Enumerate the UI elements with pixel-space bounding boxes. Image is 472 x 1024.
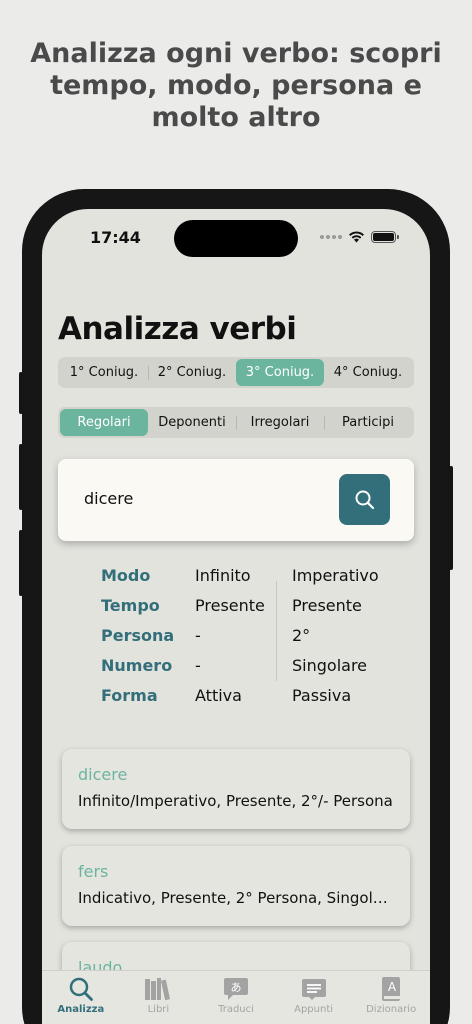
tab-libri[interactable]: Libri — [120, 971, 198, 1024]
search-card — [58, 459, 414, 541]
svg-text:A: A — [388, 980, 397, 994]
analysis-row-persona: Persona - 2° — [101, 620, 401, 650]
analysis-label: Forma — [101, 685, 158, 705]
dictionary-icon: A — [382, 977, 401, 1001]
verb-type-regolari[interactable]: Regolari — [60, 409, 148, 436]
analysis-value-1: - — [195, 655, 201, 675]
analysis-table: Modo Infinito Imperativo Tempo Presente … — [101, 560, 401, 710]
analysis-divider — [276, 581, 277, 681]
tab-traduci[interactable]: あ Traduci — [197, 971, 275, 1024]
verb-type-irregolari[interactable]: Irregolari — [236, 409, 324, 436]
analysis-value-1: - — [195, 625, 201, 645]
signal-icon — [320, 234, 342, 239]
tab-bar: Analizza Libri あ Traduci Appunti A Dizio… — [42, 970, 430, 1024]
translate-icon: あ — [223, 978, 248, 1000]
promo-headline: Analizza ogni verbo: scopri tempo, modo,… — [20, 38, 452, 134]
books-icon — [145, 978, 171, 1001]
status-icons — [320, 230, 399, 243]
analysis-value-1: Attiva — [195, 685, 242, 705]
tab-appunti[interactable]: Appunti — [275, 971, 353, 1024]
conjugation-option-2[interactable]: 2° Coniug. — [148, 359, 236, 386]
promo-line: Analizza ogni verbo: scopri — [30, 38, 442, 69]
search-icon — [69, 977, 93, 1001]
result-word: dicere — [78, 765, 128, 784]
svg-text:あ: あ — [230, 981, 241, 994]
verb-search-input[interactable] — [84, 489, 314, 508]
tab-label: Traduci — [218, 1004, 254, 1015]
analysis-value-2: Singolare — [292, 655, 368, 675]
tab-label: Appunti — [294, 1004, 334, 1015]
notes-icon — [301, 979, 326, 1000]
result-card[interactable]: dicere Infinito/Imperativo, Presente, 2°… — [62, 749, 410, 829]
wifi-icon — [349, 231, 364, 243]
analysis-label: Numero — [101, 655, 173, 675]
verb-type-selector: Regolari Deponenti Irregolari Participi — [58, 407, 414, 438]
analysis-value-2: Imperativo — [292, 565, 379, 585]
status-time: 17:44 — [90, 228, 141, 247]
page-title: Analizza verbi — [58, 311, 297, 347]
promo-line: molto altro — [151, 102, 321, 133]
conjugation-option-4[interactable]: 4° Coniug. — [324, 359, 412, 386]
conjugation-option-3[interactable]: 3° Coniug. — [236, 359, 324, 386]
tab-analizza[interactable]: Analizza — [42, 971, 120, 1024]
app-screen: 17:44 Analizza verbi 1° Coniug. 2° Coniu… — [42, 209, 430, 1024]
result-description: Infinito/Imperativo, Presente, 2°/- Pers… — [78, 792, 393, 810]
conjugation-option-1[interactable]: 1° Coniug. — [60, 359, 148, 386]
battery-icon — [371, 230, 399, 243]
analysis-row-forma: Forma Attiva Passiva — [101, 680, 401, 710]
analysis-value-2: Passiva — [292, 685, 352, 705]
tab-dizionario[interactable]: A Dizionario — [352, 971, 430, 1024]
analysis-value-2: Presente — [292, 595, 362, 615]
conjugation-selector: 1° Coniug. 2° Coniug. 3° Coniug. 4° Coni… — [58, 357, 414, 388]
analysis-row-tempo: Tempo Presente Presente — [101, 590, 401, 620]
analysis-label: Persona — [101, 625, 175, 645]
verb-type-deponenti[interactable]: Deponenti — [148, 409, 236, 436]
verb-type-participi[interactable]: Participi — [324, 409, 412, 436]
analysis-value-2: 2° — [292, 625, 311, 645]
promo-line: tempo, modo, persona e — [50, 70, 422, 101]
analysis-label: Tempo — [101, 595, 160, 615]
result-word: fers — [78, 862, 109, 881]
analysis-value-1: Infinito — [195, 565, 251, 585]
analysis-value-1: Presente — [195, 595, 265, 615]
search-button[interactable] — [339, 474, 390, 525]
analysis-row-modo: Modo Infinito Imperativo — [101, 560, 401, 590]
analysis-row-numero: Numero - Singolare — [101, 650, 401, 680]
dynamic-island — [174, 220, 298, 257]
search-icon — [355, 490, 374, 509]
result-card[interactable]: fers Indicativo, Presente, 2° Persona, S… — [62, 846, 410, 926]
tab-label: Dizionario — [366, 1004, 417, 1015]
tab-label: Libri — [147, 1004, 170, 1015]
tab-label: Analizza — [57, 1004, 105, 1015]
result-description: Indicativo, Presente, 2° Persona, Singol… — [78, 889, 394, 907]
analysis-label: Modo — [101, 565, 151, 585]
